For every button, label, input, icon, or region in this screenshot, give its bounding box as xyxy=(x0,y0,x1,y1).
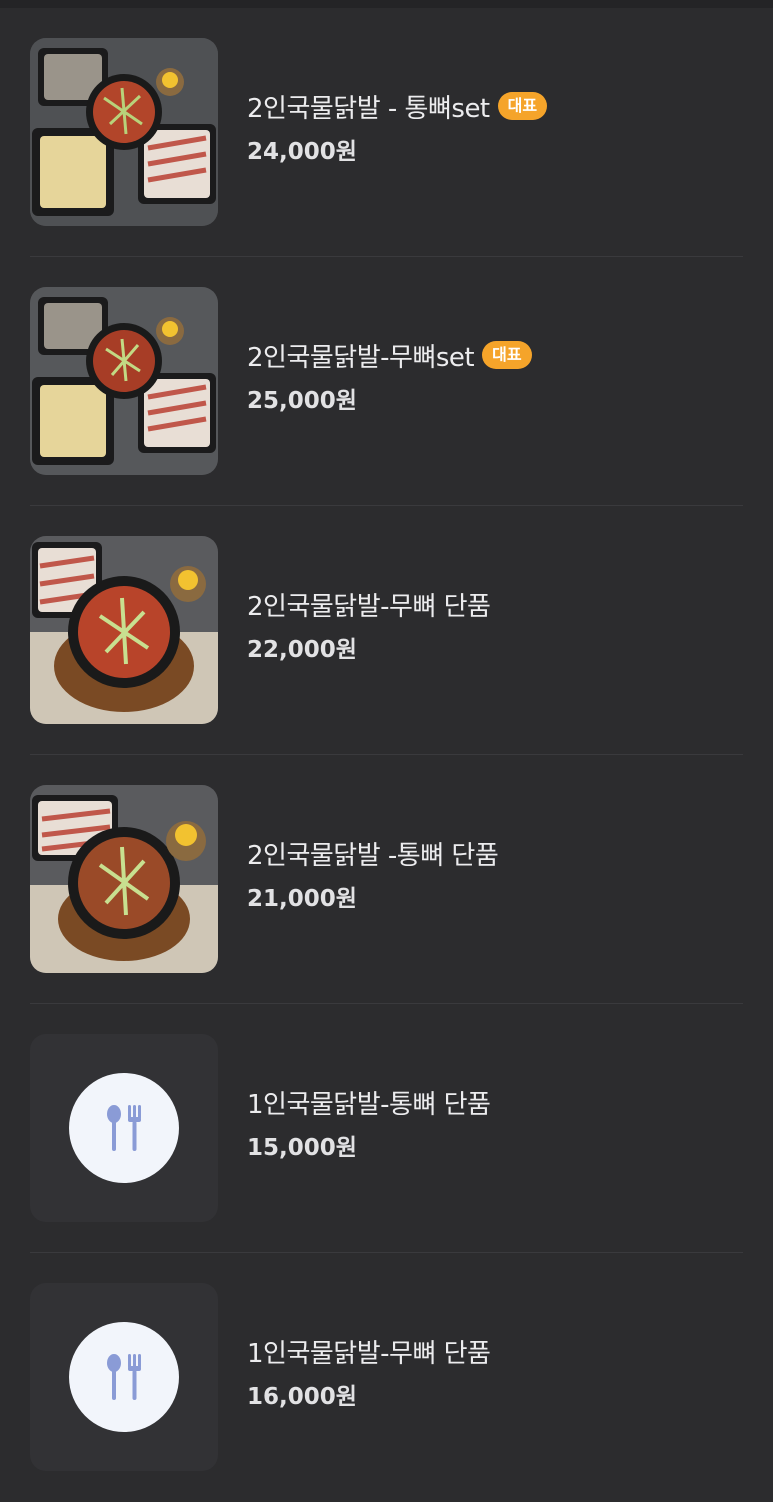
menu-item-photo xyxy=(30,785,218,973)
menu-item-name-row: 2인국물닭발-무뼈 단품 xyxy=(247,586,743,622)
menu-item-price: 22,000원 xyxy=(247,637,357,663)
signature-badge: 대표 xyxy=(482,341,532,369)
menu-item-info: 1인국물닭발-통뼈 단품 15,000원 xyxy=(247,1084,743,1162)
menu-item-info: 2인국물닭발-무뼈 단품 22,000원 xyxy=(247,586,743,664)
menu-item-name-row: 1인국물닭발-통뼈 단품 xyxy=(247,1084,743,1120)
menu-item[interactable]: 1인국물닭발-통뼈 단품 15,000원 xyxy=(30,1004,743,1253)
menu-item[interactable]: 2인국물닭발 -통뼈 단품 21,000원 xyxy=(30,755,743,1004)
menu-item-price: 24,000원 xyxy=(247,139,357,165)
utensils-placeholder-icon xyxy=(107,1354,141,1400)
menu-item-name: 1인국물닭발-무뼈 단품 xyxy=(247,1338,491,1369)
menu-item-photo-placeholder xyxy=(30,1283,218,1471)
menu-item-name: 2인국물닭발 - 통뼈set xyxy=(247,93,490,124)
menu-item-photo-placeholder xyxy=(30,1034,218,1222)
menu-item-photo xyxy=(30,38,218,226)
menu-item[interactable]: 2인국물닭발-무뼈set 대표 25,000원 xyxy=(30,257,743,506)
menu-item-name: 2인국물닭발-무뼈 단품 xyxy=(247,591,491,622)
menu-item-name: 2인국물닭발-무뼈set xyxy=(247,342,475,373)
menu-item-photo xyxy=(30,536,218,724)
menu-item[interactable]: 1인국물닭발-무뼈 단품 16,000원 xyxy=(30,1253,743,1502)
menu-list: 2인국물닭발 - 통뼈set 대표 24,000원 2인국물닭발-무뼈set 대… xyxy=(0,8,773,1502)
menu-item[interactable]: 2인국물닭발-무뼈 단품 22,000원 xyxy=(30,506,743,755)
menu-item-info: 2인국물닭발 -통뼈 단품 21,000원 xyxy=(247,835,743,913)
menu-item-info: 2인국물닭발 - 통뼈set 대표 24,000원 xyxy=(247,88,743,166)
menu-item-name: 2인국물닭발 -통뼈 단품 xyxy=(247,840,499,871)
signature-badge: 대표 xyxy=(497,92,548,120)
menu-item-info: 2인국물닭발-무뼈set 대표 25,000원 xyxy=(247,337,743,415)
menu-item-name-row: 1인국물닭발-무뼈 단품 xyxy=(247,1333,743,1369)
menu-item-price: 16,000원 xyxy=(247,1384,357,1410)
utensils-placeholder-icon xyxy=(107,1105,141,1151)
menu-item-name-row: 2인국물닭발 -통뼈 단품 xyxy=(247,835,743,871)
menu-item-price: 15,000원 xyxy=(247,1135,357,1161)
menu-item-photo xyxy=(30,287,218,475)
menu-item[interactable]: 2인국물닭발 - 통뼈set 대표 24,000원 xyxy=(30,8,743,257)
menu-item-name: 1인국물닭발-통뼈 단품 xyxy=(247,1089,491,1120)
menu-item-name-row: 2인국물닭발 - 통뼈set 대표 xyxy=(247,88,743,124)
menu-item-price: 25,000원 xyxy=(247,388,357,414)
top-bar xyxy=(0,0,773,8)
menu-item-info: 1인국물닭발-무뼈 단품 16,000원 xyxy=(247,1333,743,1411)
menu-item-name-row: 2인국물닭발-무뼈set 대표 xyxy=(247,337,743,373)
menu-item-price: 21,000원 xyxy=(247,886,357,912)
